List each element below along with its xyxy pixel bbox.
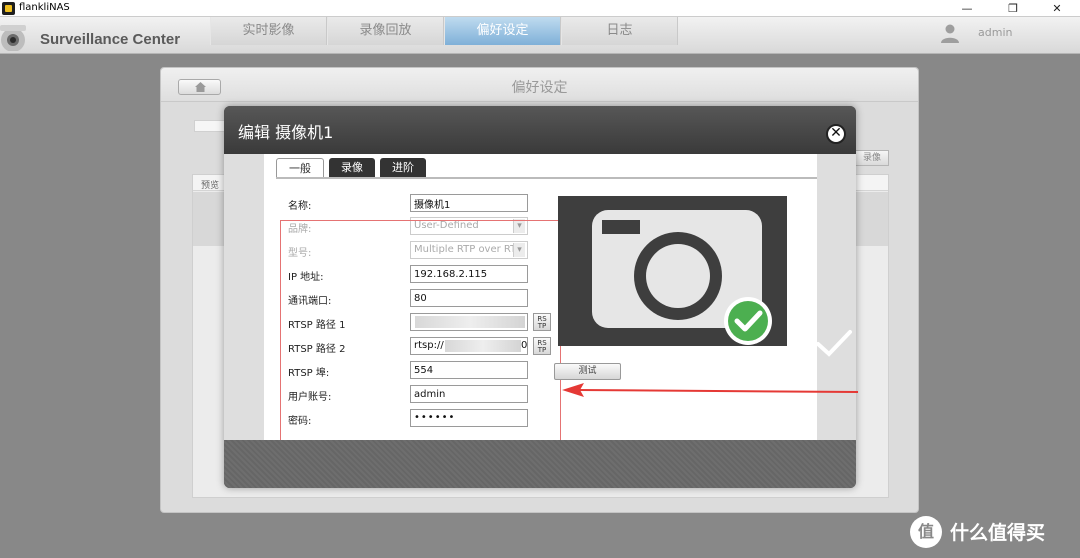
- dialog-header: 编辑 摄像机1 ✕: [224, 106, 856, 154]
- main-nav: 实时影像 录像回放 偏好设定 日志: [210, 17, 678, 45]
- arrow-annotation-icon: [562, 383, 859, 397]
- dialog-tabs: 一般 录像 进阶: [276, 158, 431, 177]
- app-header: Surveillance Center 实时影像 录像回放 偏好设定 日志 ad…: [0, 17, 1080, 54]
- tab-general[interactable]: 一般: [276, 158, 324, 177]
- name-row: 名称:: [288, 194, 588, 214]
- dialog-footer: [224, 440, 856, 488]
- watermark-logo: 值: [910, 516, 942, 548]
- tab-preferences[interactable]: 偏好设定: [444, 17, 561, 45]
- camera-logo-icon: [0, 25, 26, 51]
- close-icon[interactable]: ✕: [826, 124, 846, 144]
- app-name: Surveillance Center: [40, 31, 181, 48]
- test-button[interactable]: 测试: [554, 363, 621, 380]
- preview-column-label: 预览: [201, 181, 220, 191]
- panel-title: 偏好设定: [511, 80, 568, 96]
- tab-live-view[interactable]: 实时影像: [210, 17, 327, 45]
- camera-preview-icon: [558, 196, 787, 346]
- app-icon: [2, 2, 15, 15]
- tab-advanced[interactable]: 进阶: [380, 158, 426, 177]
- tab-playback[interactable]: 录像回放: [327, 17, 444, 45]
- panel-header: 偏好设定: [161, 68, 918, 102]
- user-icon[interactable]: [940, 23, 960, 43]
- dialog-title: 编辑 摄像机1: [238, 123, 334, 142]
- name-field[interactable]: [410, 194, 528, 212]
- minimize-button[interactable]: —: [944, 0, 990, 17]
- restore-button[interactable]: ❐: [990, 0, 1036, 17]
- edit-camera-dialog: 编辑 摄像机1 ✕ 一般 录像 进阶 名称: 品牌: User-Defined: [224, 106, 856, 488]
- watermark: 值 什么值得买: [906, 512, 1080, 552]
- panel-tab-stub: [194, 120, 226, 132]
- close-window-button[interactable]: ✕: [1034, 0, 1080, 17]
- tab-recording[interactable]: 录像: [329, 158, 375, 177]
- highlight-box: [280, 220, 561, 447]
- window-title: flankliNAS: [19, 2, 70, 13]
- record-button[interactable]: 录像: [855, 150, 889, 166]
- tabs-divider: [276, 177, 817, 179]
- name-label: 名称:: [288, 201, 312, 212]
- user-name[interactable]: admin: [978, 26, 1012, 39]
- watermark-text: 什么值得买: [950, 522, 1046, 544]
- checkmark-icon: [816, 330, 852, 357]
- window-titlebar: flankliNAS — ❐ ✕: [0, 0, 1080, 17]
- tab-logs[interactable]: 日志: [561, 17, 678, 45]
